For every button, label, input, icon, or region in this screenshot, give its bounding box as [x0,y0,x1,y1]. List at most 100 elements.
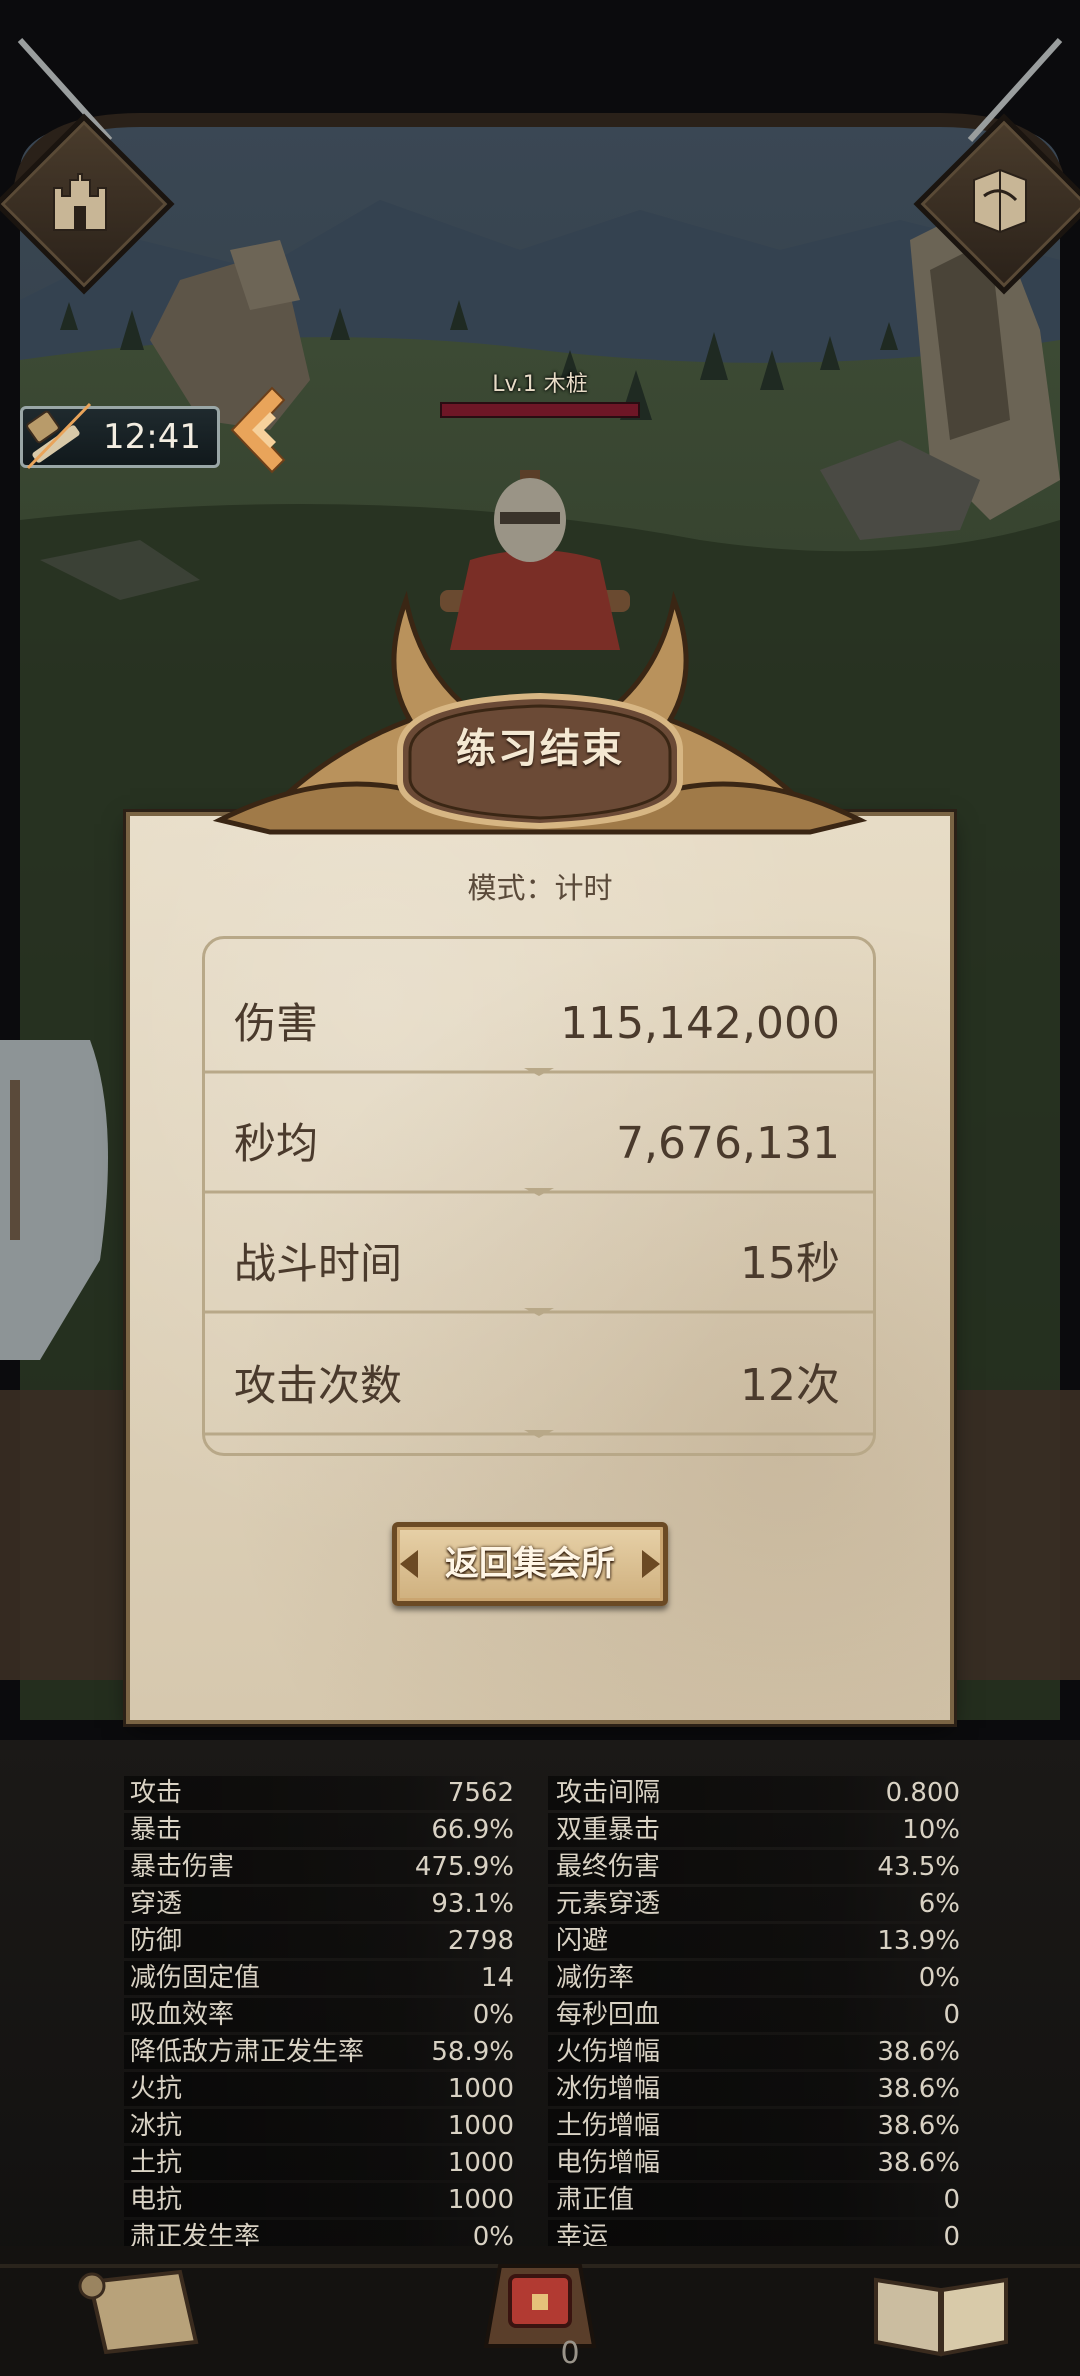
attribute-row-left: 穿透 93.1% [130,1887,514,1921]
stat-divider [204,1068,874,1076]
attribute-row-right: 土伤增幅 38.6% [556,2109,960,2143]
attribute-label: 降低敌方肃正发生率 [130,2037,365,2067]
attribute-label: 土抗 [130,2148,183,2178]
attribute-row-left: 冰抗 1000 [130,2109,514,2143]
attribute-label: 防御 [130,1926,183,1956]
attribute-label: 减伤固定值 [130,1963,261,1993]
result-title: 练习结束 [456,726,624,772]
attribute-value: 38.6% [877,2037,960,2067]
attribute-value: 0% [472,2000,514,2030]
attribute-value: 1000 [447,2148,514,2178]
attribute-row-right: 闪避 13.9% [556,1924,960,1958]
attribute-label: 每秒回血 [556,2000,661,2030]
attribute-row-right: 元素穿透 6% [556,1887,960,1921]
attribute-label: 冰伤增幅 [556,2074,661,2104]
attribute-row-left: 减伤固定值 14 [130,1961,514,1995]
attribute-row-right: 每秒回血 0 [556,1998,960,2032]
chest-count: 0 [560,2336,580,2371]
enemy-name-label: Lv.1 木桩 [492,372,588,397]
attribute-label: 最终伤害 [556,1852,661,1882]
attribute-row-left: 降低敌方肃正发生率 58.9% [130,2035,514,2069]
attribute-value: 93.1% [431,1889,514,1919]
attribute-row-right: 肃正值 0 [556,2183,960,2217]
book-icon[interactable] [866,2250,1016,2360]
attribute-value: 14 [480,1963,514,1993]
attribute-value: 1000 [447,2111,514,2141]
stat-value-battle-time: 15秒 [740,1238,840,1289]
stat-value-damage: 115,142,000 [560,998,840,1049]
attribute-value: 1000 [447,2074,514,2104]
attribute-row-right: 冰伤增幅 38.6% [556,2072,960,2106]
stat-label-attack-count: 攻击次数 [234,1361,403,1410]
timer-arrow-icon[interactable] [222,380,292,480]
attribute-value: 2798 [447,1926,514,1956]
attribute-value: 0.800 [885,1778,960,1808]
stat-value-attack-count: 12次 [740,1360,840,1411]
scroll-icon[interactable] [70,2252,210,2362]
attribute-value: 38.6% [877,2148,960,2178]
attribute-label: 减伤率 [556,1963,635,1993]
attribute-value: 1000 [447,2185,514,2215]
attribute-label: 闪避 [556,1926,609,1956]
mode-label: 模式：计时 [467,871,613,905]
attribute-label: 电抗 [130,2185,183,2215]
attribute-row-left: 电抗 1000 [130,2183,514,2217]
attribute-row-right: 双重暴击 10% [556,1813,960,1847]
attribute-label: 暴击伤害 [130,1852,235,1882]
attribute-value: 10% [902,1815,960,1845]
attribute-row-left: 暴击伤害 475.9% [130,1850,514,1884]
stat-divider [204,1308,874,1316]
timer-value: 12:41 [103,417,201,457]
attribute-label: 吸血效率 [130,2000,235,2030]
stat-value-dps: 7,676,131 [616,1118,840,1169]
attribute-value: 0 [943,2185,960,2215]
attribute-row-left: 土抗 1000 [130,2146,514,2180]
stat-divider [204,1430,874,1438]
attribute-label: 暴击 [130,1815,183,1845]
training-hammer-icon [26,402,92,470]
attribute-label: 穿透 [130,1889,183,1919]
stat-label-dps: 秒均 [234,1119,319,1168]
button-ornament-left [400,1550,418,1578]
castle-icon [53,173,107,231]
stat-label-damage: 伤害 [234,999,319,1048]
attribute-label: 土伤增幅 [556,2111,661,2141]
attribute-label: 攻击 [130,1778,183,1808]
return-to-guild-button[interactable] [392,1522,668,1606]
attribute-value: 58.9% [431,2037,514,2067]
stat-label-battle-time: 战斗时间 [234,1239,403,1288]
attribute-value: 38.6% [877,2111,960,2141]
map-icon [973,168,1027,234]
attribute-label: 元素穿透 [556,1889,661,1919]
attribute-row-left: 暴击 66.9% [130,1813,514,1847]
attribute-value: 43.5% [877,1852,960,1882]
attribute-row-left: 防御 2798 [130,1924,514,1958]
enemy-hp-bar [440,402,640,418]
button-ornament-right [642,1550,660,1578]
attribute-label: 火伤增幅 [556,2037,661,2067]
attribute-value: 475.9% [414,1852,514,1882]
attribute-label: 火抗 [130,2074,183,2104]
attribute-label: 攻击间隔 [556,1778,661,1808]
attribute-row-right: 火伤增幅 38.6% [556,2035,960,2069]
attribute-label: 冰抗 [130,2111,183,2141]
attribute-row-right: 电伤增幅 38.6% [556,2146,960,2180]
attribute-row-left: 火抗 1000 [130,2072,514,2106]
attribute-row-right: 减伤率 0% [556,1961,960,1995]
attribute-row-left: 攻击 7562 [130,1776,514,1810]
attribute-value: 7562 [447,1778,514,1808]
attribute-value: 0 [943,2000,960,2030]
attribute-row-right: 攻击间隔 0.800 [556,1776,960,1810]
attribute-label: 电伤增幅 [556,2148,661,2178]
attribute-label: 双重暴击 [556,1815,661,1845]
stat-divider [204,1188,874,1196]
attribute-value: 13.9% [877,1926,960,1956]
attribute-row-right: 最终伤害 43.5% [556,1850,960,1884]
attribute-value: 66.9% [431,1815,514,1845]
attribute-value: 6% [918,1889,960,1919]
attribute-value: 38.6% [877,2074,960,2104]
attribute-row-left: 吸血效率 0% [130,1998,514,2032]
title-plaque-ornament [212,590,868,835]
attribute-value: 0% [918,1963,960,1993]
attribute-label: 肃正值 [556,2185,635,2215]
